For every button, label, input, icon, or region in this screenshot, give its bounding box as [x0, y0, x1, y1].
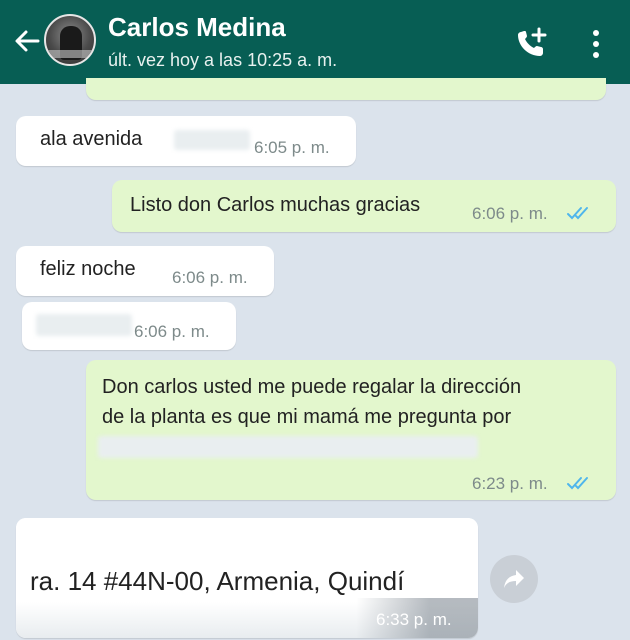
message-text: feliz noche — [40, 258, 136, 280]
add-call-icon[interactable] — [514, 26, 550, 62]
message-text: ala avenida — [40, 128, 143, 150]
message-time: 6:06 p. m. — [134, 322, 210, 341]
message-text-line: Don carlos usted me puede regalar la dir… — [102, 376, 522, 398]
contact-name[interactable]: Carlos Medina — [108, 12, 286, 43]
last-seen-status: últ. vez hoy a las 10:25 a. m. — [108, 50, 338, 70]
message-bubble-cutoff — [86, 78, 606, 100]
back-arrow-icon[interactable] — [12, 26, 42, 56]
message-bubble-outgoing[interactable]: Don carlos usted me puede regalar la dir… — [86, 360, 616, 500]
forward-button[interactable] — [490, 555, 538, 603]
chat-header: Carlos Medina últ. vez hoy a las 10:25 a… — [0, 0, 630, 84]
message-bubble-incoming[interactable]: ala avenida 6:05 p. m. — [16, 116, 356, 166]
message-time: 6:06 p. m. — [172, 268, 248, 287]
message-text: Listo don Carlos muchas gracias — [130, 194, 421, 216]
forward-arrow-icon — [504, 570, 524, 588]
message-bubble-outgoing[interactable]: Listo don Carlos muchas gracias 6:06 p. … — [112, 180, 616, 232]
message-time: 6:06 p. m. — [472, 204, 548, 223]
redacted-text — [174, 130, 250, 150]
message-time: 6:23 p. m. — [472, 474, 548, 493]
message-bubble-location[interactable]: ra. 14 #44N-00, Armenia, Quindí 6:33 p. … — [16, 518, 478, 638]
address-text: ra. 14 #44N-00, Armenia, Quindí — [30, 566, 405, 596]
redacted-text — [98, 436, 478, 458]
message-text-line: de la planta es que mi mamá me pregunta … — [102, 406, 512, 428]
avatar[interactable] — [44, 14, 96, 66]
read-receipt-icon — [566, 204, 594, 227]
message-time: 6:33 p. m. — [376, 610, 452, 629]
message-bubble-incoming[interactable]: feliz noche 6:06 p. m. — [16, 246, 274, 296]
message-bubble-incoming[interactable]: 6:06 p. m. — [22, 302, 236, 350]
more-vertical-icon[interactable] — [586, 28, 606, 60]
message-time: 6:05 p. m. — [254, 138, 330, 157]
redacted-text — [36, 314, 132, 336]
read-receipt-icon — [566, 474, 594, 497]
